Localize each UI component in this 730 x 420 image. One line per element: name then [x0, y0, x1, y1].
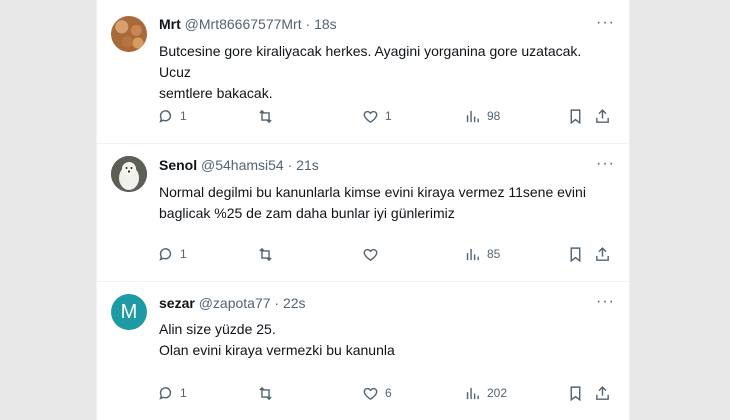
- like-icon: [363, 110, 378, 123]
- views-button[interactable]: 98: [464, 106, 500, 126]
- separator: ·: [274, 295, 280, 311]
- like-button[interactable]: 1: [362, 106, 392, 126]
- bookmark-button[interactable]: [567, 106, 584, 126]
- views-icon: [466, 248, 479, 260]
- views-count: 202: [487, 386, 508, 400]
- more-options-icon[interactable]: ···: [596, 14, 615, 32]
- tweet-header: Senol @54hamsi54 · 21s: [159, 157, 319, 173]
- user-name[interactable]: sezar: [159, 295, 195, 311]
- retweet-button[interactable]: [257, 106, 280, 126]
- timestamp[interactable]: 18s: [314, 16, 337, 32]
- tweet-text: Normal degilmi bu kanunlarla kimse evini…: [159, 182, 609, 224]
- retweet-icon: [259, 109, 272, 123]
- tweet[interactable]: Mrt @Mrt86667577Mrt · 18s ··· Butcesine …: [97, 0, 629, 144]
- tweet-actions: 1 85: [157, 244, 617, 264]
- reply-button[interactable]: 1: [157, 244, 187, 264]
- avatar[interactable]: M: [111, 294, 147, 330]
- tweet-text-line: Normal degilmi bu kanunlarla kimse evini…: [159, 184, 586, 200]
- views-button[interactable]: 202: [464, 383, 507, 403]
- reply-count: 1: [180, 109, 187, 123]
- separator: ·: [305, 16, 311, 32]
- more-options-icon[interactable]: ···: [596, 155, 615, 173]
- like-button[interactable]: 6: [362, 383, 392, 403]
- tweet-header: Mrt @Mrt86667577Mrt · 18s: [159, 16, 337, 32]
- tweet-text: Butcesine gore kiraliyacak herkes. Ayagi…: [159, 41, 609, 104]
- views-icon: [466, 110, 479, 122]
- tweet[interactable]: M sezar @zapota77 · 22s ··· Alin size yü…: [97, 281, 629, 420]
- share-button[interactable]: [594, 383, 611, 403]
- views-icon: [466, 387, 479, 399]
- timeline: Mrt @Mrt86667577Mrt · 18s ··· Butcesine …: [96, 0, 630, 420]
- like-count: 6: [385, 386, 392, 400]
- separator: ·: [287, 157, 293, 173]
- dog-avatar-icon: [111, 156, 147, 192]
- bookmark-icon: [570, 385, 581, 401]
- reply-count: 1: [180, 386, 187, 400]
- avatar-letter: M: [120, 300, 138, 323]
- tweet-header: sezar @zapota77 · 22s: [159, 295, 306, 311]
- avatar[interactable]: [111, 16, 147, 52]
- timestamp[interactable]: 21s: [296, 157, 319, 173]
- retweet-icon: [259, 247, 272, 261]
- retweet-icon: [259, 386, 272, 400]
- user-handle[interactable]: @Mrt86667577Mrt: [185, 16, 302, 32]
- share-button[interactable]: [594, 244, 611, 264]
- user-name[interactable]: Mrt: [159, 16, 181, 32]
- like-count: 1: [385, 109, 392, 123]
- bookmark-button[interactable]: [567, 383, 584, 403]
- like-button[interactable]: [362, 244, 385, 264]
- like-icon: [363, 387, 378, 400]
- bookmark-button[interactable]: [567, 244, 584, 264]
- reply-count: 1: [180, 247, 187, 261]
- avatar[interactable]: [111, 156, 147, 192]
- user-handle[interactable]: @54hamsi54: [201, 157, 284, 173]
- views-button[interactable]: 85: [464, 244, 500, 264]
- share-button[interactable]: [594, 106, 611, 126]
- share-icon: [596, 246, 609, 261]
- like-icon: [363, 248, 378, 261]
- more-options-icon[interactable]: ···: [596, 293, 615, 311]
- tweet-text-line: baglicak %25 de zam daha bunlar iyi günl…: [159, 205, 455, 221]
- tweet[interactable]: Senol @54hamsi54 · 21s ··· Normal degilm…: [97, 143, 629, 282]
- views-count: 98: [487, 109, 501, 123]
- timestamp[interactable]: 22s: [283, 295, 306, 311]
- user-handle[interactable]: @zapota77: [199, 295, 271, 311]
- tweet-text-line: Butcesine gore kiraliyacak herkes. Ayagi…: [159, 43, 582, 80]
- bookmark-icon: [570, 108, 581, 124]
- tweet-text: Alin size yüzde 25. Olan evini kiraya ve…: [159, 319, 609, 361]
- reply-icon: [159, 109, 172, 123]
- tweet-text-line: Alin size yüzde 25.: [159, 321, 276, 337]
- tweet-text-line: semtlere bakacak.: [159, 85, 273, 101]
- user-name[interactable]: Senol: [159, 157, 197, 173]
- share-icon: [596, 108, 609, 123]
- views-count: 85: [487, 247, 501, 261]
- reply-button[interactable]: 1: [157, 383, 187, 403]
- retweet-button[interactable]: [257, 383, 280, 403]
- tweet-text-line: Olan evini kiraya vermezki bu kanunla: [159, 342, 395, 358]
- reply-button[interactable]: 1: [157, 106, 187, 126]
- reply-icon: [159, 386, 172, 400]
- reply-icon: [159, 247, 172, 261]
- bookmark-icon: [570, 246, 581, 262]
- tweet-actions: 1 6 202: [157, 383, 617, 403]
- retweet-button[interactable]: [257, 244, 280, 264]
- share-icon: [596, 385, 609, 400]
- tweet-actions: 1 1 98: [157, 106, 617, 126]
